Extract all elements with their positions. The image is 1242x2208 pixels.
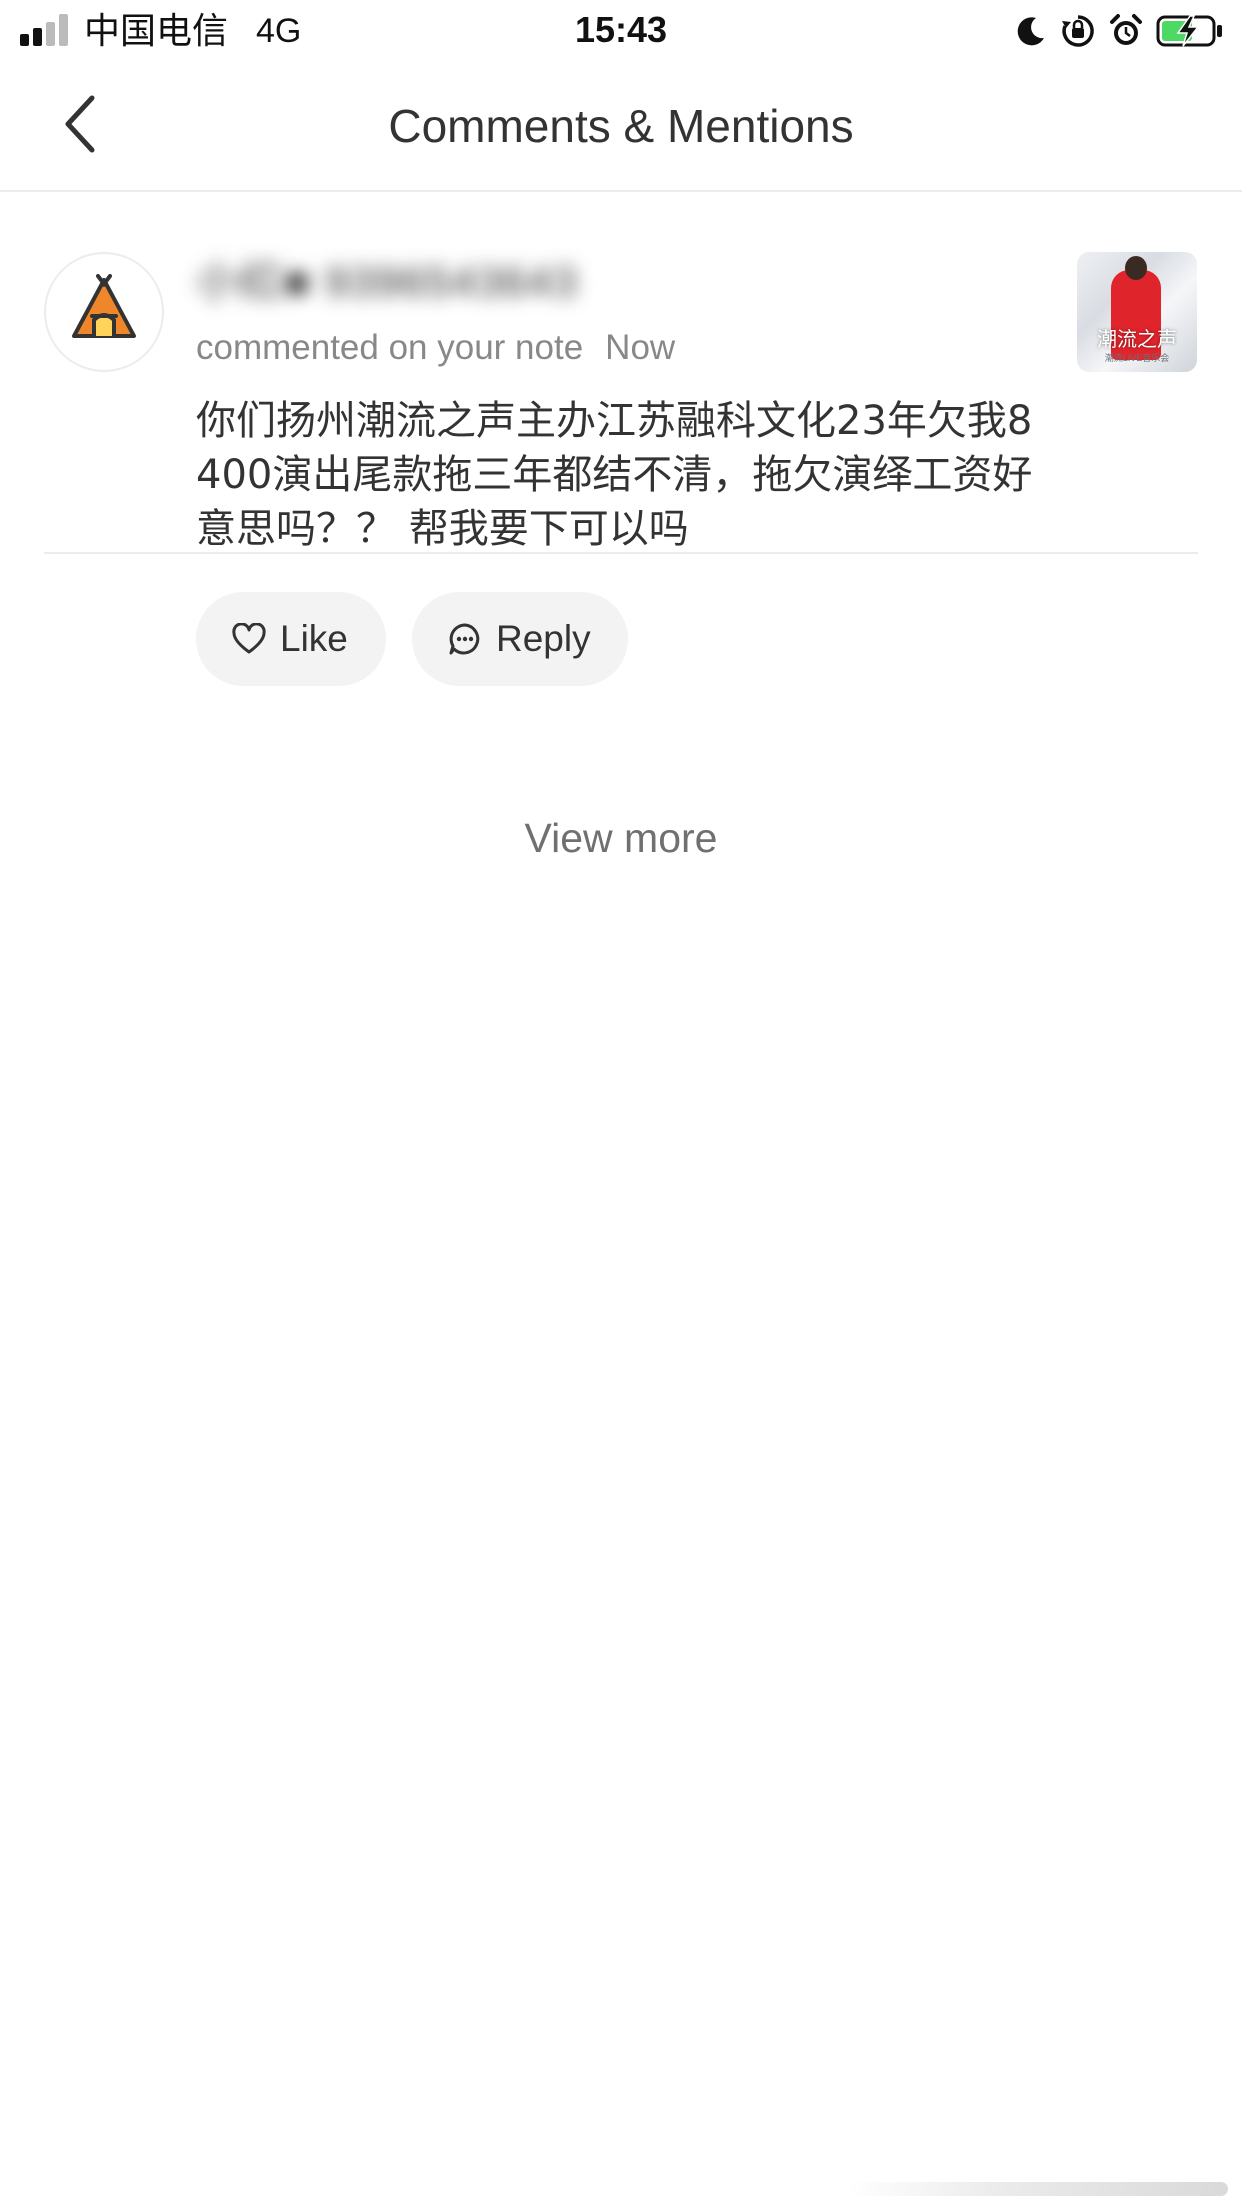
avatar[interactable] — [44, 252, 164, 372]
tent-icon — [64, 270, 144, 355]
comment-text[interactable]: 你们扬州潮流之声主办江苏融科文化23年欠我8400演出尾款拖三年都结不清，拖欠演… — [196, 394, 1036, 556]
status-bar: 中国电信 4G 15:43 — [0, 0, 1242, 62]
page-title: Comments & Mentions — [388, 100, 854, 152]
divider — [44, 552, 1198, 554]
action-text: commented on your note — [196, 328, 584, 367]
reply-label: Reply — [496, 618, 591, 659]
chat-bubble-icon — [448, 622, 482, 656]
note-thumbnail[interactable]: 潮流之声 潮流LIVE音乐会 — [1077, 252, 1197, 372]
notification-meta: commented on your note Now — [196, 326, 675, 370]
status-icons — [1014, 12, 1224, 50]
orientation-lock-icon — [1060, 13, 1096, 49]
home-indicator[interactable] — [848, 2182, 1228, 2196]
reply-button[interactable]: Reply — [412, 592, 628, 686]
moon-icon — [1014, 14, 1048, 48]
thumbnail-subtitle: 潮流LIVE音乐会 — [1104, 353, 1170, 363]
thumbnail-title: 潮流之声 — [1097, 327, 1177, 351]
action-buttons: Like Reply — [196, 592, 628, 686]
heart-icon — [232, 623, 266, 655]
like-button[interactable]: Like — [196, 592, 386, 686]
username[interactable]: 小红■ 9396543643 — [196, 256, 579, 308]
alarm-icon — [1108, 13, 1144, 49]
timestamp: Now — [605, 328, 676, 367]
view-more-button[interactable]: View more — [0, 812, 1242, 864]
thumbnail-head — [1125, 256, 1147, 280]
nav-bar: Comments & Mentions — [0, 62, 1242, 192]
battery-icon — [1156, 13, 1224, 49]
like-label: Like — [280, 618, 348, 659]
